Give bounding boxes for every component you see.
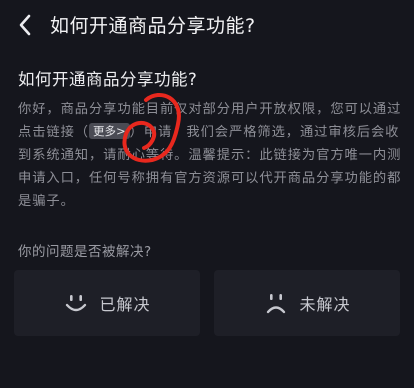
back-button[interactable] [12,12,38,38]
resolved-button[interactable]: 已解决 [14,270,200,336]
top-navigation-bar: 如何开通商品分享功能? [0,0,414,50]
question-title: 如何开通商品分享功能? [18,70,198,89]
smile-icon [63,291,89,315]
chevron-left-icon [19,14,31,36]
unresolved-label: 未解决 [299,295,351,314]
feedback-question: 你的问题是否被解决? [18,244,152,260]
frown-icon [263,291,289,315]
unresolved-button[interactable]: 未解决 [214,270,400,336]
answer-text: 你好，商品分享功能目前仅对部分用户开放权限，您可以通过点击链接（ 更多> ）申请，我… [18,98,404,213]
resolved-label: 已解决 [99,295,151,314]
page-title: 如何开通商品分享功能? [50,15,256,37]
more-link-button[interactable]: 更多> [88,123,130,139]
